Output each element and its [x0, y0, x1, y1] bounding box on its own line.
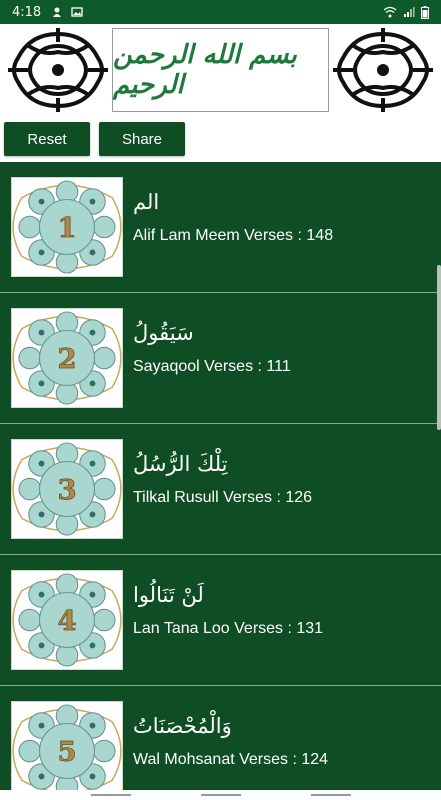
svg-text:5: 5	[57, 736, 76, 768]
battery-icon	[421, 5, 429, 19]
parah-arabic-name: وَالْمُحْصَنَاتُ	[133, 714, 232, 738]
basmala-frame: بسم الله الرحمن الرحيم	[112, 28, 329, 112]
svg-text:1: 1	[57, 212, 76, 244]
share-button[interactable]: Share	[99, 122, 185, 156]
list-item[interactable]: 3 تِلْكَ الرُّسُلُ Tilkal Rusull Verses : …	[0, 424, 441, 555]
list-item[interactable]: 1 الم Alif Lam Meem Verses : 148	[0, 162, 441, 293]
parah-medallion-icon: 5	[11, 701, 123, 790]
parah-medallion-icon: 4	[11, 570, 123, 670]
nav-back-handle[interactable]	[90, 794, 131, 796]
notification-icon	[53, 7, 62, 17]
basmala-calligraphy: بسم الله الرحمن الرحيم	[113, 40, 297, 100]
status-time: 4:18	[12, 4, 42, 20]
signal-icon	[404, 7, 415, 17]
parah-medallion-icon: 3	[11, 439, 123, 539]
list-item[interactable]: 5 وَالْمُحْصَنَاتُ Wal Mohsanat Verses : 1…	[0, 686, 441, 790]
svg-text:3: 3	[57, 474, 76, 506]
parah-title: Sayaqool Verses : 111	[133, 358, 291, 375]
action-bar: Reset Share	[4, 122, 185, 156]
reset-button[interactable]: Reset	[4, 122, 90, 156]
header-banner: بسم الله الرحمن الرحيم	[0, 24, 441, 116]
nav-recents-handle[interactable]	[310, 794, 351, 796]
parah-arabic-name: لَنْ تَنَالُوا	[133, 583, 204, 607]
parah-title: Lan Tana Loo Verses : 131	[133, 620, 324, 637]
parah-medallion-icon: 1	[11, 177, 123, 277]
parah-medallion-icon: 2	[11, 308, 123, 408]
svg-text:4: 4	[57, 605, 76, 637]
nav-home-handle[interactable]	[200, 794, 241, 796]
svg-text:2: 2	[57, 343, 76, 375]
parah-arabic-name: تِلْكَ الرُّسُلُ	[133, 452, 228, 476]
parah-arabic-name: الم	[133, 190, 160, 214]
parah-title: Wal Mohsanat Verses : 124	[133, 751, 329, 768]
status-bar: 4:18	[0, 0, 441, 24]
parah-arabic-name: سَيَقُولُ	[133, 321, 194, 345]
parah-list[interactable]: 1 الم Alif Lam Meem Verses : 148 2 سَيَقُولُ…	[0, 162, 441, 790]
image-icon	[71, 7, 83, 17]
list-item[interactable]: 2 سَيَقُولُ Sayaqool Verses : 111	[0, 293, 441, 424]
ornament-left-icon	[8, 28, 108, 112]
system-nav-bar	[0, 790, 441, 800]
parah-title: Tilkal Rusull Verses : 126	[133, 489, 313, 506]
wifi-icon	[383, 6, 397, 18]
ornament-right-icon	[333, 28, 433, 112]
list-item[interactable]: 4 لَنْ تَنَالُوا Lan Tana Loo Verses : 131	[0, 555, 441, 686]
parah-title: Alif Lam Meem Verses : 148	[133, 227, 334, 244]
scrollbar-thumb[interactable]	[437, 265, 441, 430]
